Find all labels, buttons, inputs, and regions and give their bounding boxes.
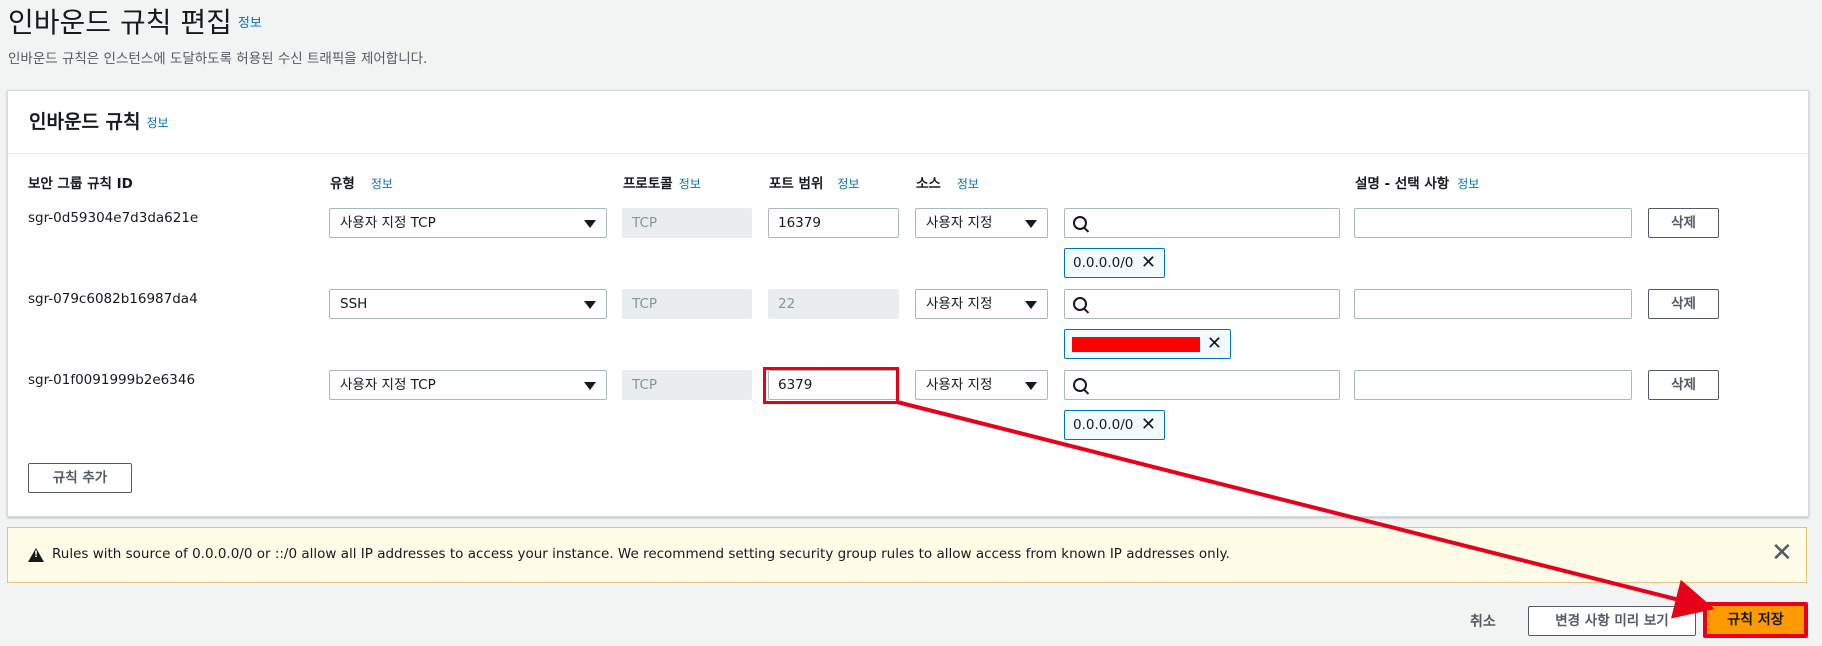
annotation-arrow (896, 400, 1715, 619)
